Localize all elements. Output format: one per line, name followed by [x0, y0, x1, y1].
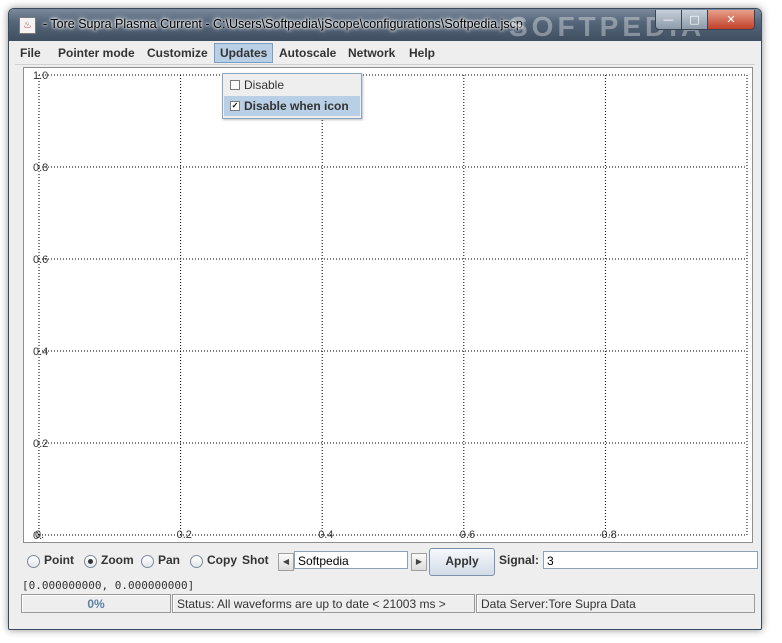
radio-copy-label: Copy [207, 553, 237, 567]
radio-pan[interactable] [141, 555, 154, 568]
y-tick-label: 0.8 [33, 162, 48, 174]
cursor-coordinates: [0.000000000, 0.000000000] [22, 579, 195, 592]
shot-input[interactable]: Softpedia [294, 551, 408, 569]
checkbox-checked-icon: ✓ [230, 101, 240, 111]
x-tick-label: 0.6 [460, 529, 475, 541]
radio-zoom[interactable] [84, 555, 97, 568]
y-tick-label: 1.0 [33, 70, 48, 82]
x-tick-label: 0.8 [601, 529, 616, 541]
shot-prev-button[interactable]: ◀ [278, 553, 294, 571]
menu-network[interactable]: Network [343, 44, 400, 62]
menu-item-label: Disable [244, 78, 285, 92]
shot-label: Shot [242, 553, 269, 567]
signal-label: Signal: [499, 553, 540, 567]
menu-customize[interactable]: Customize [142, 44, 213, 62]
menu-updates[interactable]: Updates [214, 43, 274, 63]
radio-copy[interactable] [190, 555, 203, 568]
menu-file[interactable]: File [15, 44, 46, 62]
minimize-button[interactable]: — [655, 10, 682, 30]
progress-indicator: 0% [21, 594, 171, 613]
signal-input[interactable]: 3 [543, 551, 758, 569]
radio-point[interactable] [27, 555, 40, 568]
menu-bar: File Pointer mode Customize Updates Auto… [15, 42, 755, 65]
menu-item-disable[interactable]: Disable [224, 75, 360, 95]
status-message: Status: All waveforms are up to date < 2… [172, 594, 475, 613]
java-app-icon[interactable]: ♨ [19, 17, 36, 34]
radio-pan-label: Pan [158, 553, 181, 567]
app-window: ♨ - Tore Supra Plasma Current - C:\Users… [8, 8, 762, 630]
y-tick-label: 0. [33, 530, 42, 542]
maximize-button[interactable]: □ [681, 10, 708, 30]
menu-item-disable-when-icon[interactable]: ✓ Disable when icon [224, 96, 360, 116]
x-tick-label: 0.4 [318, 529, 333, 541]
shot-next-button[interactable]: ▶ [411, 553, 427, 571]
y-tick-label: 0.2 [33, 438, 48, 450]
menu-item-label: Disable when icon [244, 99, 349, 113]
close-button[interactable]: ✕ [707, 10, 755, 30]
waveform-plot[interactable]: 0. 0.2 0.4 0.6 0.8 1.0 0.8 0.6 0.4 0.2 0. [23, 67, 753, 543]
y-tick-label: 0.6 [33, 254, 48, 266]
radio-zoom-label: Zoom [101, 553, 134, 567]
title-bar[interactable]: ♨ - Tore Supra Plasma Current - C:\Users… [9, 9, 761, 42]
menu-help[interactable]: Help [404, 44, 440, 62]
radio-point-label: Point [44, 553, 74, 567]
window-title: - Tore Supra Plasma Current - C:\Users\S… [43, 17, 523, 31]
x-tick-label: 0.2 [177, 529, 192, 541]
updates-dropdown-menu: Disable ✓ Disable when icon [222, 73, 362, 119]
status-bar: 0% Status: All waveforms are up to date … [21, 594, 755, 615]
menu-pointer-mode[interactable]: Pointer mode [53, 44, 140, 62]
menu-autoscale[interactable]: Autoscale [274, 44, 341, 62]
checkbox-icon [230, 80, 240, 90]
apply-button[interactable]: Apply [429, 548, 495, 576]
pointer-toolbar: Point Zoom Pan Copy Shot ◀ Softpedia ▶ A… [15, 546, 758, 576]
y-tick-label: 0.4 [33, 346, 48, 358]
plot-canvas[interactable]: 0. 0.2 0.4 0.6 0.81.00.80.60.40.20. [24, 68, 752, 542]
data-server-label: Data Server:Tore Supra Data [476, 594, 755, 613]
